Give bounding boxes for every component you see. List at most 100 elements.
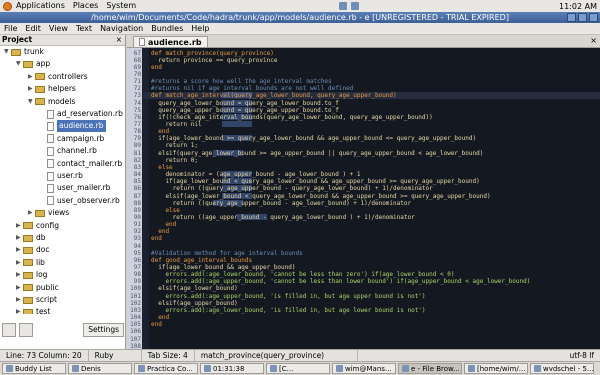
code-line[interactable]: return 0;: [151, 157, 198, 164]
code-line[interactable]: denominator = (age_upper_bound - age_low…: [151, 171, 360, 178]
expander-closed-icon[interactable]: ▶: [16, 257, 23, 269]
project-close-icon[interactable]: ×: [116, 35, 125, 45]
code-line[interactable]: if(age_lower_bound >= query_age_lower_bo…: [151, 135, 476, 142]
menu-help[interactable]: Help: [187, 23, 213, 34]
menu-applications[interactable]: Applications: [12, 0, 69, 12]
code-line[interactable]: elsif(age_lower_bound < query_age_lower_…: [151, 193, 490, 200]
code-line[interactable]: errors.add(:age_lower_bound, 'is filled …: [151, 307, 425, 314]
gnome-foot-icon[interactable]: [3, 1, 12, 11]
code-line[interactable]: elsif(age_upper_bound): [151, 300, 237, 307]
new-folder-icon[interactable]: [2, 323, 16, 337]
clock[interactable]: 11:02 AM: [559, 2, 600, 11]
expander-closed-icon[interactable]: ▶: [28, 71, 35, 83]
window-title-bar[interactable]: /home/wim/Documents/Code/hadra/trunk/app…: [0, 12, 600, 23]
tree-file[interactable]: user_mailer.rb: [40, 182, 110, 194]
expander-closed-icon[interactable]: ▶: [16, 294, 23, 306]
code-line[interactable]: end: [151, 321, 162, 328]
menu-bundles[interactable]: Bundles: [147, 23, 187, 34]
code-line[interactable]: else: [151, 207, 179, 214]
expander-open-icon[interactable]: ▼: [16, 58, 23, 70]
code-line[interactable]: end: [151, 128, 169, 135]
tree-folder[interactable]: ▼ app: [16, 58, 50, 70]
code-line[interactable]: if(age_lower_bound < query_age_lower_bou…: [151, 178, 479, 185]
code-line[interactable]: return ((query_age_upper_bound - query_a…: [151, 185, 433, 192]
taskbar-button[interactable]: Denis: [68, 363, 132, 374]
code-line[interactable]: return nil: [151, 121, 201, 128]
taskbar-button[interactable]: wim@Mans...: [332, 363, 396, 374]
code-line[interactable]: return ((age_upper_bound - query_age_low…: [151, 214, 415, 221]
tree-file[interactable]: user.rb: [40, 170, 83, 182]
tree-folder[interactable]: ▶ views: [28, 207, 69, 219]
code-line[interactable]: elsif(query_age_lower_bound >= age_upper…: [151, 150, 483, 157]
settings-button[interactable]: Settings: [83, 323, 124, 337]
code-line[interactable]: return ((query_age_upper_bound - age_low…: [151, 200, 411, 207]
expander-open-icon[interactable]: ▼: [4, 46, 11, 58]
tree-folder[interactable]: ▶ doc: [16, 244, 49, 256]
tab-audience-rb[interactable]: audience.rb: [133, 36, 208, 47]
menu-view[interactable]: View: [45, 23, 72, 34]
code-line[interactable]: #Validation method for age interval boun…: [151, 250, 303, 257]
code-line[interactable]: elsif(age_lower_bound): [151, 285, 237, 292]
menu-system[interactable]: System: [102, 0, 140, 12]
tree-folder[interactable]: ▶ helpers: [28, 83, 76, 95]
taskbar-button[interactable]: Buddy List: [2, 363, 66, 374]
encoding-selector[interactable]: utf-8 lf: [563, 350, 600, 361]
code-line[interactable]: end: [151, 235, 162, 242]
tree-folder[interactable]: ▶ config: [16, 220, 59, 232]
code-line[interactable]: def match_age_interval(query_age_lower_b…: [151, 92, 397, 99]
menu-edit[interactable]: Edit: [21, 23, 45, 34]
tree-file[interactable]: audience.rb: [40, 120, 106, 133]
code-line[interactable]: #returns nil if age interval bounds are …: [151, 85, 353, 92]
minimize-button[interactable]: [567, 13, 576, 22]
tree-file[interactable]: channel.rb: [40, 145, 97, 157]
code-line[interactable]: return 1;: [151, 142, 198, 149]
tree-file[interactable]: campaign.rb: [40, 133, 104, 145]
tree-file[interactable]: ad_reservation.rb: [40, 108, 123, 120]
language-selector[interactable]: Ruby: [89, 350, 142, 361]
taskbar-button[interactable]: e - File Brow...: [398, 363, 462, 374]
code-line[interactable]: end: [151, 221, 176, 228]
tab-size-selector[interactable]: Tab Size: 4: [142, 350, 195, 361]
close-button[interactable]: [589, 13, 598, 22]
tree-folder[interactable]: ▶ log: [16, 269, 47, 281]
code-line[interactable]: errors.add(:age_upper_bound, 'is filled …: [151, 293, 425, 300]
expander-closed-icon[interactable]: ▶: [16, 244, 23, 256]
new-file-icon[interactable]: [19, 323, 33, 337]
tree-file[interactable]: contact_mailer.rb: [40, 158, 122, 170]
menu-places[interactable]: Places: [69, 0, 102, 12]
tree-folder[interactable]: ▶ script: [16, 294, 57, 306]
expander-closed-icon[interactable]: ▶: [28, 207, 35, 219]
code-line[interactable]: end: [151, 64, 162, 71]
taskbar-button[interactable]: [C...: [266, 363, 330, 374]
code-line[interactable]: end: [151, 228, 169, 235]
code-line[interactable]: errors.add(:age_upper_bound, 'cannot be …: [151, 278, 530, 285]
tree-folder[interactable]: ▼ trunk: [4, 46, 44, 58]
tree-folder[interactable]: ▼ models: [28, 96, 75, 108]
taskbar-button[interactable]: 01:31:38: [200, 363, 264, 374]
expander-open-icon[interactable]: ▼: [28, 96, 35, 108]
tab-close-icon[interactable]: ×: [590, 36, 597, 45]
tree-folder[interactable]: ▶ controllers: [28, 71, 88, 83]
menu-file[interactable]: File: [0, 23, 21, 34]
maximize-button[interactable]: [578, 13, 587, 22]
taskbar-button[interactable]: [home/wim/...: [464, 363, 528, 374]
network-tray-icon[interactable]: [338, 2, 347, 10]
expander-closed-icon[interactable]: ▶: [28, 83, 35, 95]
code-line[interactable]: query_age_upper_bound = query_age_upper_…: [151, 107, 339, 114]
tree-folder[interactable]: ▶ test: [16, 306, 50, 314]
code-line[interactable]: errors.add(:age_lower_bound, 'cannot be …: [151, 271, 454, 278]
taskbar-button[interactable]: Practica Co...: [134, 363, 198, 374]
code-line[interactable]: #returns a score how well the age interv…: [151, 78, 332, 85]
taskbar-button[interactable]: wvdschel - 5...: [530, 363, 594, 374]
code-line[interactable]: end: [151, 314, 169, 321]
expander-closed-icon[interactable]: ▶: [16, 306, 23, 314]
tree-file[interactable]: user_observer.rb: [40, 195, 120, 207]
expander-closed-icon[interactable]: ▶: [16, 220, 23, 232]
volume-tray-icon[interactable]: [350, 2, 359, 10]
code-line[interactable]: def match_province(query_province): [151, 50, 274, 57]
menu-navigation[interactable]: Navigation: [96, 23, 147, 34]
menu-text[interactable]: Text: [72, 23, 96, 34]
tree-folder[interactable]: ▶ db: [16, 232, 46, 244]
code-line[interactable]: return province == query_province: [151, 57, 277, 64]
tree-folder[interactable]: ▶ public: [16, 282, 59, 294]
